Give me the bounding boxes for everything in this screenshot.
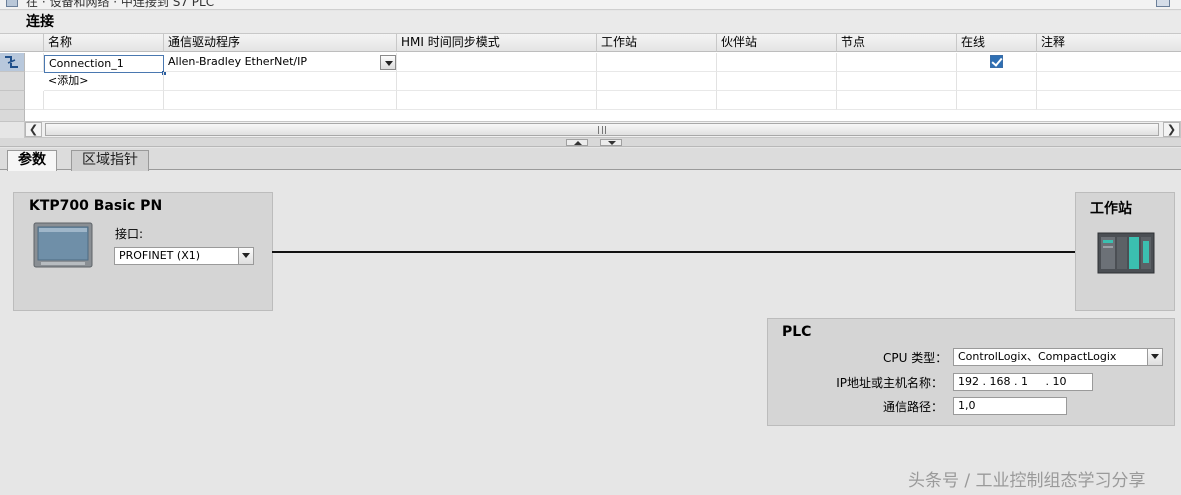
connection-icon	[5, 56, 18, 68]
window-title: 在 · 设备和网络 · 中连接到 S7 PLC	[26, 0, 215, 9]
column-header-online[interactable]: 在线	[957, 34, 1037, 52]
column-header-driver[interactable]: 通信驱动程序	[164, 34, 397, 52]
scrollbar-thumb[interactable]	[45, 123, 1159, 136]
tab-parameters[interactable]: 参数	[7, 150, 57, 172]
empty-cell	[717, 72, 837, 91]
empty-cell	[837, 72, 957, 91]
row-spacer	[25, 53, 44, 72]
comm-path-input[interactable]: 1,0	[953, 397, 1067, 415]
driver-dropdown-button[interactable]	[380, 55, 396, 70]
scroll-left-button[interactable]: ❮	[25, 122, 42, 137]
empty-cell	[597, 72, 717, 91]
hmi-panel-icon	[33, 222, 93, 268]
comm-path-label: 通信路径：	[882, 400, 943, 414]
properties-tab-bar: 参数 区域指针	[0, 148, 1181, 172]
row-header-selected[interactable]	[0, 53, 25, 72]
cpu-type-value: ControlLogix、CompactLogix	[958, 350, 1117, 363]
empty-cell	[44, 91, 164, 110]
connection-name-input[interactable]: Connection_1	[44, 55, 166, 75]
station-device-panel: 工作站	[1075, 192, 1175, 311]
column-header-partner-station[interactable]: 伙伴站	[717, 34, 837, 52]
cpu-type-select[interactable]: ControlLogix、CompactLogix	[953, 348, 1163, 366]
ip-address-input[interactable]: 192 . 168 . 1 . 10	[953, 373, 1093, 391]
hmi-device-title: KTP700 Basic PN	[29, 198, 163, 214]
empty-cell	[164, 72, 397, 91]
empty-cell	[597, 91, 717, 110]
grip-icon	[598, 126, 606, 134]
row-header-empty	[0, 91, 25, 110]
ip-address-label: IP地址或主机名称：	[836, 376, 943, 390]
empty-cell	[25, 91, 44, 110]
empty-cell	[957, 91, 1037, 110]
empty-cell	[397, 72, 597, 91]
online-checkbox[interactable]	[990, 55, 1003, 68]
partner-station-cell[interactable]	[717, 53, 837, 72]
empty-cell	[717, 91, 837, 110]
watermark-text: 头条号 / 工业控制组态学习分享	[908, 471, 1146, 491]
empty-cell	[164, 91, 397, 110]
chevron-down-icon[interactable]	[1147, 349, 1162, 365]
interface-select[interactable]: PROFINET (X1)	[114, 247, 254, 265]
comm-path-value: 1,0	[958, 399, 976, 412]
add-connection-cell[interactable]: <添加>	[44, 72, 164, 91]
driver-value: Allen-Bradley EtherNet/IP	[168, 55, 307, 68]
comment-cell[interactable]	[1037, 53, 1181, 72]
connections-section-title: 连接	[0, 11, 1181, 33]
interface-select-value: PROFINET (X1)	[119, 249, 201, 262]
online-cell[interactable]	[957, 53, 1037, 72]
window-maximize-icon[interactable]	[1156, 0, 1170, 7]
driver-cell[interactable]: Allen-Bradley EtherNet/IP	[164, 53, 397, 72]
connections-table: 名称 通信驱动程序 HMI 时间同步模式 工作站 伙伴站 节点 在线 注释 Co…	[0, 33, 1181, 122]
empty-cell	[957, 72, 1037, 91]
ip-address-value: 192 . 168 . 1 . 10	[958, 375, 1067, 388]
node-cell[interactable]	[837, 53, 957, 72]
empty-cell	[1037, 72, 1181, 91]
station-title: 工作站	[1090, 201, 1132, 217]
network-view-icon	[6, 0, 18, 7]
row-header-empty	[0, 110, 25, 122]
table-horizontal-scrollbar[interactable]: ❮ ❯	[24, 121, 1181, 138]
column-header-name[interactable]: 名称	[44, 34, 164, 52]
plc-title: PLC	[782, 324, 812, 340]
empty-cell	[1037, 91, 1181, 110]
table-corner-header	[0, 34, 44, 52]
window-title-bar: 在 · 设备和网络 · 中连接到 S7 PLC	[0, 0, 1181, 10]
hmi-time-sync-cell[interactable]	[397, 53, 597, 72]
tab-area-pointers[interactable]: 区域指针	[71, 150, 149, 171]
column-header-station[interactable]: 工作站	[597, 34, 717, 52]
column-header-hmi-time-sync[interactable]: HMI 时间同步模式	[397, 34, 597, 52]
splitter-collapse-up-button[interactable]	[566, 139, 588, 146]
empty-cell	[837, 91, 957, 110]
column-header-driver-label: 通信驱动程序	[168, 35, 241, 49]
scroll-right-button[interactable]: ❯	[1163, 122, 1180, 137]
row-header-add[interactable]	[0, 72, 25, 91]
plc-rack-icon	[1097, 232, 1155, 274]
plc-settings-panel: PLC CPU 类型： ControlLogix、CompactLogix IP…	[767, 318, 1175, 426]
empty-cell	[397, 91, 597, 110]
chevron-down-icon[interactable]	[238, 248, 253, 264]
interface-label: 接口:	[115, 227, 144, 241]
cpu-type-label: CPU 类型：	[883, 351, 948, 365]
column-header-node[interactable]: 节点	[837, 34, 957, 52]
hmi-device-panel: KTP700 Basic PN 接口: PROFINET (X1)	[13, 192, 273, 311]
splitter-collapse-down-button[interactable]	[600, 139, 622, 146]
panel-splitter[interactable]	[0, 138, 1181, 147]
connection-line	[272, 251, 1076, 253]
station-cell[interactable]	[597, 53, 717, 72]
column-header-comment[interactable]: 注释	[1037, 34, 1181, 52]
